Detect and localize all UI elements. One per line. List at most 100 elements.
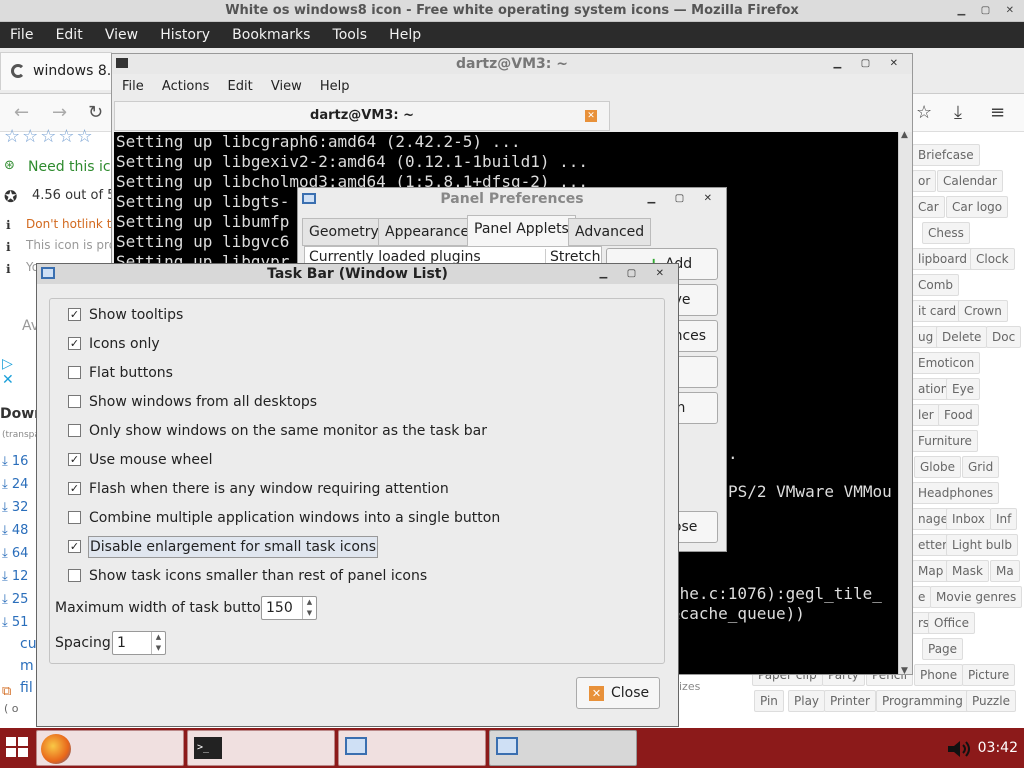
tab-advanced[interactable]: Advanced: [568, 218, 652, 246]
tag-link[interactable]: Inf: [990, 508, 1018, 530]
tag-link[interactable]: Programming: [876, 690, 969, 712]
tag-link[interactable]: Map: [912, 560, 950, 582]
download-size-row[interactable]: ⤓ 48: [2, 523, 28, 538]
tag-link[interactable]: Eye: [946, 378, 981, 400]
window-controls[interactable]: ▁ ▢ ✕: [958, 0, 1020, 22]
terminal-tab[interactable]: dartz@VM3: ~ ✕: [114, 101, 610, 131]
checkbox[interactable]: ✓: [68, 482, 81, 495]
tag-link[interactable]: Ma: [990, 560, 1020, 582]
terminal-scrollbar[interactable]: ▲ ▼: [898, 130, 912, 676]
checkbox[interactable]: [68, 395, 81, 408]
taskbar-button-firefox[interactable]: [36, 730, 184, 766]
bookmark-star-icon[interactable]: ☆: [916, 94, 932, 132]
taskbar-button-task-bar-settings[interactable]: [489, 730, 637, 766]
tag-link[interactable]: Pin: [754, 690, 784, 712]
menu-tools[interactable]: Tools: [323, 22, 368, 48]
menu-edit[interactable]: Edit: [46, 22, 83, 48]
spinner-arrows-icon[interactable]: ▲ ▼: [151, 632, 165, 654]
link-text[interactable]: cu: [20, 636, 37, 652]
max-width-spinner[interactable]: 150 ▲ ▼: [261, 596, 317, 620]
tag-link[interactable]: Briefcase: [912, 144, 980, 166]
tag-link[interactable]: Car logo: [946, 196, 1009, 218]
close-button[interactable]: ✕ Close: [576, 677, 660, 709]
terminal-menu-edit[interactable]: Edit: [218, 74, 257, 100]
windows-start-icon[interactable]: [6, 737, 30, 759]
tag-link[interactable]: Food: [938, 404, 979, 426]
tag-link[interactable]: Inbox: [946, 508, 991, 530]
download-size-row[interactable]: ⤓ 64: [2, 546, 28, 561]
spacing-value[interactable]: 1: [117, 632, 126, 654]
tag-link[interactable]: Printer: [824, 690, 876, 712]
scroll-up-icon[interactable]: ▲: [901, 130, 908, 140]
tag-link[interactable]: Car: [912, 196, 945, 218]
ad-close-icon[interactable]: ✕: [2, 372, 14, 388]
terminal-menu-file[interactable]: File: [112, 74, 148, 100]
checkbox[interactable]: ✓: [68, 540, 81, 553]
spinner-arrows-icon[interactable]: ▲ ▼: [302, 597, 316, 619]
close-tab-icon[interactable]: ✕: [585, 110, 597, 122]
download-size-row[interactable]: ⤓ 32: [2, 500, 28, 515]
menu-view[interactable]: View: [95, 22, 138, 48]
tab-panel-applets[interactable]: Panel Applets: [467, 215, 576, 246]
browser-tab[interactable]: windows 8.1: [0, 52, 120, 90]
link-text[interactable]: m: [20, 658, 34, 674]
tag-link[interactable]: Globe: [914, 456, 961, 478]
spacing-spinner[interactable]: 1 ▲ ▼: [112, 631, 166, 655]
menu-help[interactable]: Help: [379, 22, 421, 48]
download-size-row[interactable]: ⤓ 51: [2, 615, 28, 630]
tag-link[interactable]: Office: [928, 612, 976, 634]
menu-history[interactable]: History: [150, 22, 210, 48]
need-icon-text[interactable]: Need this ico: [28, 159, 119, 175]
tab-geometry[interactable]: Geometry: [302, 218, 386, 246]
window-controls[interactable]: ▁ ▢ ✕: [648, 188, 720, 210]
tag-link[interactable]: Play: [788, 690, 826, 712]
tag-link[interactable]: Light bulb: [946, 534, 1018, 556]
tag-link[interactable]: Puzzle: [966, 690, 1016, 712]
max-width-value[interactable]: 150: [266, 597, 293, 619]
menu-file[interactable]: File: [0, 22, 33, 48]
checkbox[interactable]: ✓: [68, 308, 81, 321]
checkbox[interactable]: [68, 424, 81, 437]
tag-link[interactable]: ler: [912, 404, 940, 426]
tab-appearance[interactable]: Appearance: [378, 218, 477, 246]
terminal-menu-help[interactable]: Help: [310, 74, 354, 100]
hamburger-menu-icon[interactable]: ≡: [990, 94, 1005, 132]
tag-link[interactable]: e: [912, 586, 932, 608]
tag-link[interactable]: Chess: [922, 222, 970, 244]
tag-link[interactable]: Picture: [962, 664, 1016, 686]
downloads-icon[interactable]: ⤓: [954, 94, 962, 132]
tag-link[interactable]: Comb: [912, 274, 960, 296]
tag-link[interactable]: Furniture: [912, 430, 978, 452]
tag-link[interactable]: Doc: [986, 326, 1022, 348]
tag-link[interactable]: lipboard: [912, 248, 973, 270]
checkbox[interactable]: [68, 511, 81, 524]
download-size-row[interactable]: ⤓ 25: [2, 592, 28, 607]
checkbox[interactable]: [68, 366, 81, 379]
link-text[interactable]: fil: [20, 680, 33, 696]
menu-bookmarks[interactable]: Bookmarks: [222, 22, 310, 48]
checkbox[interactable]: [68, 569, 81, 582]
volume-icon[interactable]: [946, 738, 976, 760]
window-controls[interactable]: ▁ ▢ ✕: [600, 264, 672, 284]
taskbar-button-panel-preferences[interactable]: [338, 730, 486, 766]
clock[interactable]: 03:42: [978, 728, 1018, 768]
tag-link[interactable]: Movie genres: [930, 586, 1023, 608]
scroll-down-icon[interactable]: ▼: [901, 666, 908, 676]
tag-link[interactable]: Delete: [936, 326, 988, 348]
tag-link[interactable]: Headphones: [912, 482, 1000, 504]
tag-link[interactable]: Emoticon: [912, 352, 981, 374]
checkbox[interactable]: ✓: [68, 453, 81, 466]
terminal-menu-view[interactable]: View: [261, 74, 306, 100]
tag-link[interactable]: or: [912, 170, 937, 192]
tag-link[interactable]: Calendar: [937, 170, 1003, 192]
ad-play-icon[interactable]: ▷: [2, 356, 13, 372]
tag-link[interactable]: Crown: [958, 300, 1008, 322]
tag-link[interactable]: it card: [912, 300, 963, 322]
tag-link[interactable]: Page: [922, 638, 964, 660]
tag-link[interactable]: Clock: [970, 248, 1015, 270]
download-size-row[interactable]: ⤓ 16: [2, 454, 28, 469]
download-size-row[interactable]: ⤓ 24: [2, 477, 28, 492]
download-size-row[interactable]: ⤓ 12: [2, 569, 28, 584]
window-controls[interactable]: ▁ ▢ ✕: [834, 54, 906, 74]
taskbar-button-terminal[interactable]: >_: [187, 730, 335, 766]
